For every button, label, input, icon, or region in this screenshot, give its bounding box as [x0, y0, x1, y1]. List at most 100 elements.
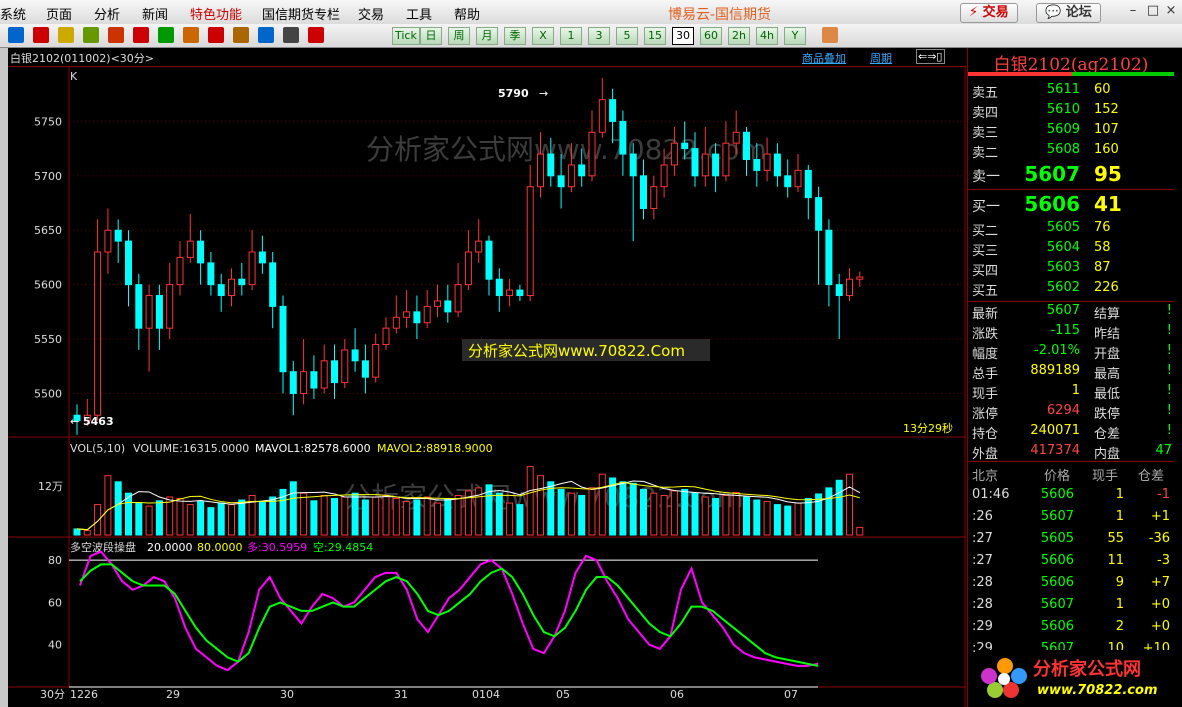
- menu-news[interactable]: 新闻: [142, 4, 168, 23]
- period-button-4[interactable]: 季: [504, 27, 526, 45]
- ask-row[interactable]: 卖一 5607 95: [968, 162, 1174, 188]
- volume-bar: [238, 499, 246, 536]
- arrow-buttons[interactable]: ⇐⇒▯: [916, 49, 945, 64]
- overlay-link[interactable]: 商品叠加: [802, 50, 846, 66]
- period-button-14[interactable]: Y: [784, 27, 806, 45]
- logo-url: www.70822.com: [1037, 683, 1158, 698]
- paint-icon[interactable]: [208, 27, 224, 43]
- separator: [968, 189, 1174, 190]
- ask-volume: 60: [1094, 82, 1111, 97]
- candle: [197, 240, 205, 264]
- volume-bar: [640, 488, 647, 536]
- period-button-3[interactable]: 月: [476, 27, 498, 45]
- folder-icon[interactable]: [58, 27, 74, 43]
- tile-icon[interactable]: [33, 27, 49, 43]
- period-button-7[interactable]: 3: [588, 27, 610, 45]
- title-bar-red: [968, 72, 1072, 76]
- tick-diff: +7: [1150, 575, 1170, 590]
- period-button-13[interactable]: 4h: [756, 27, 778, 45]
- zoom-out-icon[interactable]: [133, 27, 149, 43]
- period-link[interactable]: 周期: [870, 50, 892, 66]
- ask-price: 5610: [1046, 102, 1080, 117]
- funnel-icon[interactable]: [233, 27, 249, 43]
- grid-icon[interactable]: [283, 27, 299, 43]
- tick-diff: -36: [1148, 531, 1170, 546]
- bid-row[interactable]: 买三 5604 58: [968, 238, 1174, 259]
- period-button-2[interactable]: 周: [448, 27, 470, 45]
- minimize-icon[interactable]: –: [1124, 2, 1142, 20]
- candle: [815, 197, 823, 231]
- period-button-0[interactable]: Tick: [392, 27, 420, 45]
- candle: [351, 349, 359, 362]
- period-button-9[interactable]: 15: [644, 27, 666, 45]
- period-button-1[interactable]: 日: [420, 27, 442, 45]
- bid-row[interactable]: 买二 5605 76: [968, 218, 1174, 239]
- tick-time: :28: [972, 597, 993, 612]
- volume-bar: [650, 492, 658, 536]
- volume-bar: [135, 502, 143, 536]
- mavol1-value: MAVOL1:82578.6000: [255, 442, 371, 455]
- candle: [372, 344, 380, 378]
- lightning-icon: ⚡: [969, 5, 983, 20]
- price-tick-label: 5650: [34, 224, 62, 237]
- forum-button[interactable]: 💬 论坛: [1036, 3, 1101, 23]
- logo-text: 分析家公式网: [1033, 658, 1141, 680]
- menu-page[interactable]: 页面: [46, 4, 72, 23]
- maximize-icon[interactable]: □: [1144, 2, 1162, 20]
- draw-icon[interactable]: [183, 27, 199, 43]
- line-chart-icon[interactable]: [308, 27, 324, 43]
- bid-row[interactable]: 买一 5606 41: [968, 192, 1174, 218]
- date-label: 29: [166, 688, 180, 701]
- formula-icon[interactable]: [258, 27, 274, 43]
- menu-column[interactable]: 国信期货专栏: [262, 4, 340, 23]
- ask-row[interactable]: 卖四 5610 152: [968, 100, 1174, 121]
- ask-row[interactable]: 卖三 5609 107: [968, 120, 1174, 141]
- menu-analysis[interactable]: 分析: [94, 4, 120, 23]
- bid-volume: 87: [1094, 260, 1111, 275]
- volume-bar: [773, 504, 781, 536]
- menu-help[interactable]: 帮助: [454, 4, 480, 23]
- stat-value: 417374: [1030, 443, 1080, 458]
- period-button-6[interactable]: 1: [560, 27, 582, 45]
- stat-value: 5607: [1046, 303, 1080, 318]
- price-tick-label: 5550: [34, 333, 62, 346]
- zoom-in-icon[interactable]: [108, 27, 124, 43]
- color-icon[interactable]: [158, 27, 174, 43]
- menu-features[interactable]: 特色功能: [190, 4, 242, 23]
- window-icon[interactable]: [822, 27, 838, 43]
- home-icon[interactable]: [8, 27, 24, 43]
- volume-bar: [382, 494, 390, 536]
- bid-row[interactable]: 买五 5602 226: [968, 278, 1174, 299]
- period-button-11[interactable]: 60: [700, 27, 722, 45]
- period-button-5[interactable]: X: [532, 27, 554, 45]
- refresh-icon[interactable]: [83, 27, 99, 43]
- ask-volume: 160: [1094, 142, 1119, 157]
- menu-system[interactable]: 系统: [0, 4, 26, 23]
- close-icon[interactable]: ×: [1162, 2, 1180, 20]
- stat-label-2: 仓差: [1094, 427, 1121, 442]
- candle: [341, 349, 349, 384]
- ask-row[interactable]: 卖五 5611 60: [968, 80, 1174, 101]
- trade-button[interactable]: ⚡ 交易: [960, 3, 1018, 23]
- app-title: 博易云-国信期货: [668, 7, 772, 23]
- bid-price: 5605: [1046, 220, 1080, 235]
- stat-label: 总手: [972, 367, 999, 382]
- tick-row: :29 5606 2 +0: [968, 617, 1174, 637]
- volume-bar: [331, 498, 338, 536]
- stat-value: -115: [1050, 323, 1080, 338]
- candle: [228, 278, 235, 297]
- left-side-tabs[interactable]: [0, 48, 8, 707]
- bid-row[interactable]: 买四 5603 87: [968, 258, 1174, 279]
- candle: [238, 278, 246, 286]
- period-button-12[interactable]: 2h: [728, 27, 750, 45]
- menu-tools[interactable]: 工具: [406, 4, 432, 23]
- period-button-8[interactable]: 5: [616, 27, 638, 45]
- volume-bar: [660, 494, 668, 536]
- menu-trade[interactable]: 交易: [358, 4, 384, 23]
- candle: [166, 284, 174, 329]
- period-button-10[interactable]: 30: [672, 27, 694, 45]
- indicator-p2: 80.0000: [197, 541, 243, 554]
- volume-bar: [835, 479, 843, 536]
- ask-row[interactable]: 卖二 5608 160: [968, 140, 1174, 161]
- chart-canvas[interactable]: K 5750 5700 5650 5600 5550 5500 分析家公式网www.708…: [8, 67, 966, 707]
